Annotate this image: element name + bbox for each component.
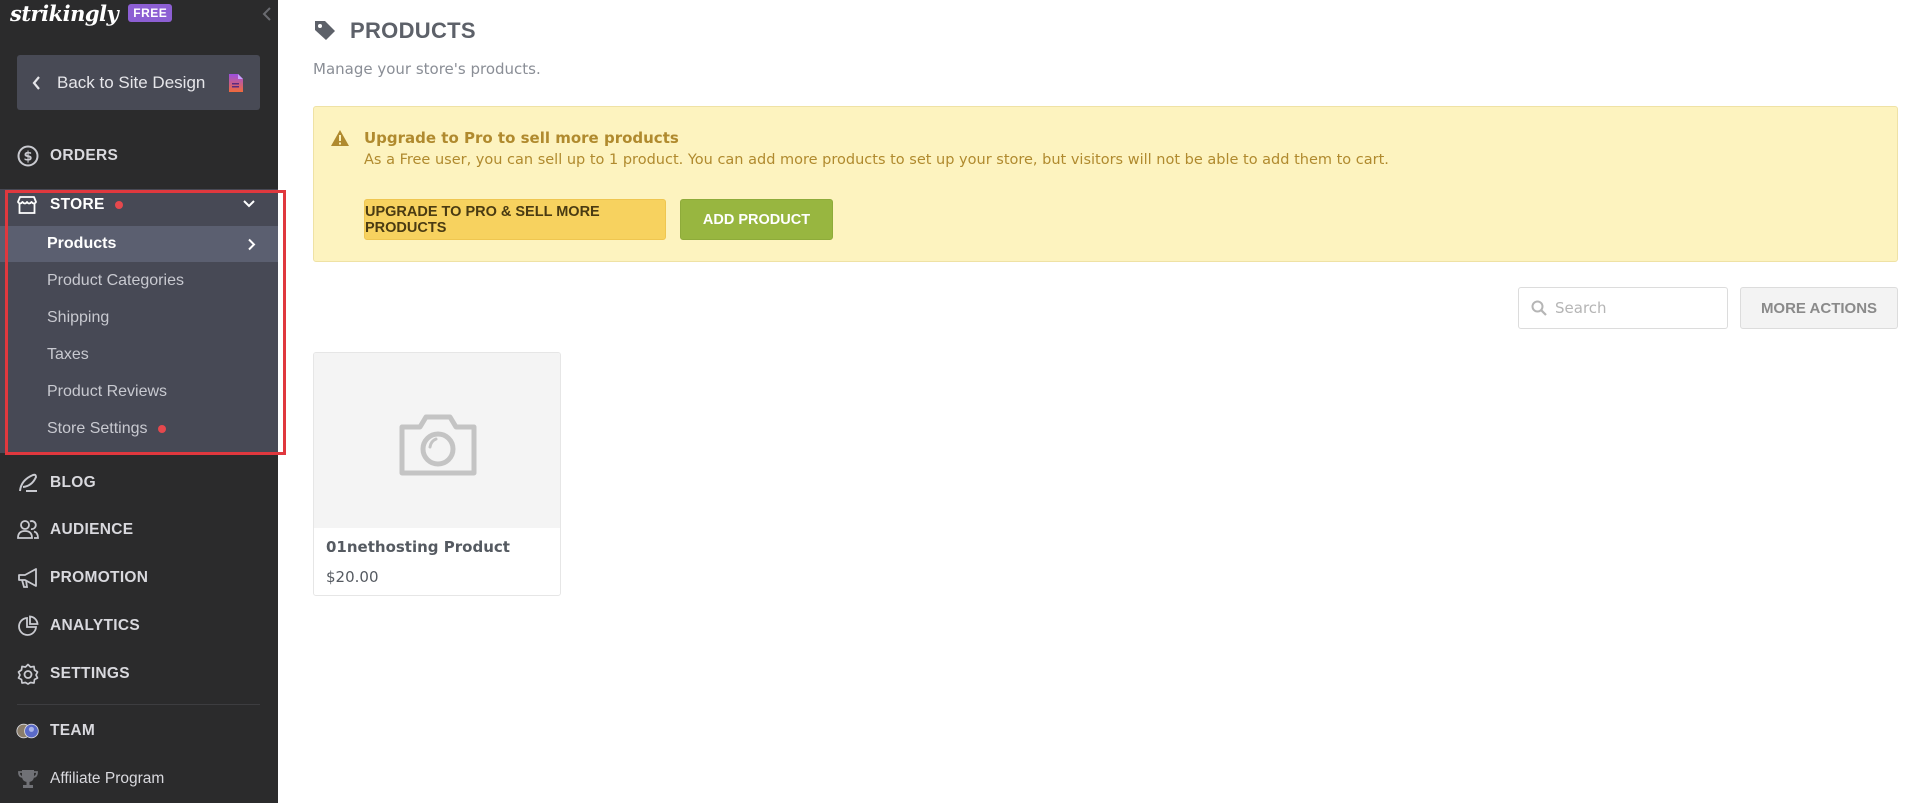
alert-title: Upgrade to Pro to sell more products <box>364 129 679 147</box>
storefront-icon <box>16 193 40 217</box>
back-to-site-design-button[interactable]: Back to Site Design <box>17 55 260 110</box>
upgrade-to-pro-button[interactable]: UPGRADE TO PRO & SELL MORE PRODUCTS <box>364 199 666 240</box>
page-subtitle: Manage your store's products. <box>313 60 541 78</box>
sidebar-item-team[interactable]: TEAM <box>0 713 278 749</box>
quill-icon <box>16 471 40 495</box>
brand: strikingly FREE <box>10 0 173 26</box>
sidebar-item-label: AUDIENCE <box>50 521 134 538</box>
store-section: STORE Products Product Categories Shippi… <box>0 189 278 453</box>
sidebar-item-label: ANALYTICS <box>50 617 140 634</box>
subitem-label: Product Categories <box>47 272 184 289</box>
sidebar-subitem-shipping[interactable]: Shipping <box>0 300 278 336</box>
sidebar-item-label: TEAM <box>50 722 96 739</box>
sidebar-item-promotion[interactable]: PROMOTION <box>0 560 278 596</box>
trophy-icon <box>16 767 40 791</box>
sidebar-subitem-product-reviews[interactable]: Product Reviews <box>0 374 278 410</box>
more-actions-button[interactable]: MORE ACTIONS <box>1740 287 1898 329</box>
sidebar-subitem-taxes[interactable]: Taxes <box>0 337 278 373</box>
search-box <box>1518 287 1728 329</box>
subitem-label: Shipping <box>47 309 110 326</box>
page-header: PRODUCTS <box>313 18 476 44</box>
sidebar-subitem-products[interactable]: Products <box>0 226 278 262</box>
main-content: PRODUCTS Manage your store's products. U… <box>278 0 1920 803</box>
team-avatars-icon <box>16 719 40 743</box>
chevron-right-icon <box>248 238 256 251</box>
sidebar-item-label: STORE <box>50 196 105 213</box>
product-card[interactable]: 01nethosting Product $20.00 <box>313 352 561 596</box>
megaphone-icon <box>16 566 40 590</box>
sidebar: strikingly FREE Back to Site Design $ OR… <box>0 0 286 803</box>
tag-icon <box>315 21 335 40</box>
sidebar-item-label: Affiliate Program <box>50 770 165 787</box>
chevron-left-icon <box>32 75 40 90</box>
chevron-left-icon <box>262 7 271 21</box>
sidebar-item-label: SETTINGS <box>50 665 130 682</box>
search-icon <box>1531 300 1547 316</box>
sidebar-item-analytics[interactable]: ANALYTICS <box>0 608 278 644</box>
pie-chart-icon <box>16 614 40 638</box>
subitem-label: Taxes <box>47 346 89 363</box>
people-icon <box>16 518 40 542</box>
subitem-label: Store Settings <box>47 420 148 437</box>
site-document-icon <box>229 74 243 92</box>
strikingly-logo[interactable]: strikingly <box>10 1 119 26</box>
sidebar-item-affiliate-program[interactable]: Affiliate Program <box>0 761 278 797</box>
product-name: 01nethosting Product <box>326 538 510 556</box>
sidebar-item-store[interactable]: STORE <box>0 189 278 221</box>
collapse-sidebar-button[interactable] <box>260 3 274 25</box>
subitem-label: Product Reviews <box>47 383 168 400</box>
upgrade-alert: Upgrade to Pro to sell more products As … <box>313 106 1898 262</box>
sidebar-item-label: ORDERS <box>50 147 119 164</box>
add-product-button[interactable]: ADD PRODUCT <box>680 199 833 240</box>
plan-badge: FREE <box>128 4 173 22</box>
sidebar-item-audience[interactable]: AUDIENCE <box>0 512 278 548</box>
sidebar-item-settings[interactable]: SETTINGS <box>0 656 278 692</box>
dollar-circle-icon: $ <box>16 144 40 168</box>
subitem-label: Products <box>47 235 117 252</box>
sidebar-item-label: PROMOTION <box>50 569 149 586</box>
warning-icon <box>331 130 349 146</box>
notification-dot <box>114 201 123 209</box>
chevron-down-icon <box>243 200 255 208</box>
svg-text:$: $ <box>23 150 32 165</box>
gear-icon <box>16 662 40 686</box>
sidebar-divider <box>17 704 260 705</box>
product-price: $20.00 <box>326 568 379 586</box>
product-image-placeholder <box>314 353 560 528</box>
search-input[interactable] <box>1555 299 1715 317</box>
sidebar-subitem-product-categories[interactable]: Product Categories <box>0 263 278 299</box>
sidebar-item-label: BLOG <box>50 474 96 491</box>
page-title: PRODUCTS <box>350 18 476 43</box>
notification-dot <box>157 425 166 433</box>
sidebar-subitem-store-settings[interactable]: Store Settings <box>0 411 278 447</box>
sidebar-item-blog[interactable]: BLOG <box>0 465 278 501</box>
sidebar-item-orders[interactable]: $ ORDERS <box>0 138 278 174</box>
back-button-label: Back to Site Design <box>57 72 206 92</box>
camera-icon <box>399 414 477 476</box>
alert-message: As a Free user, you can sell up to 1 pro… <box>364 152 1389 168</box>
